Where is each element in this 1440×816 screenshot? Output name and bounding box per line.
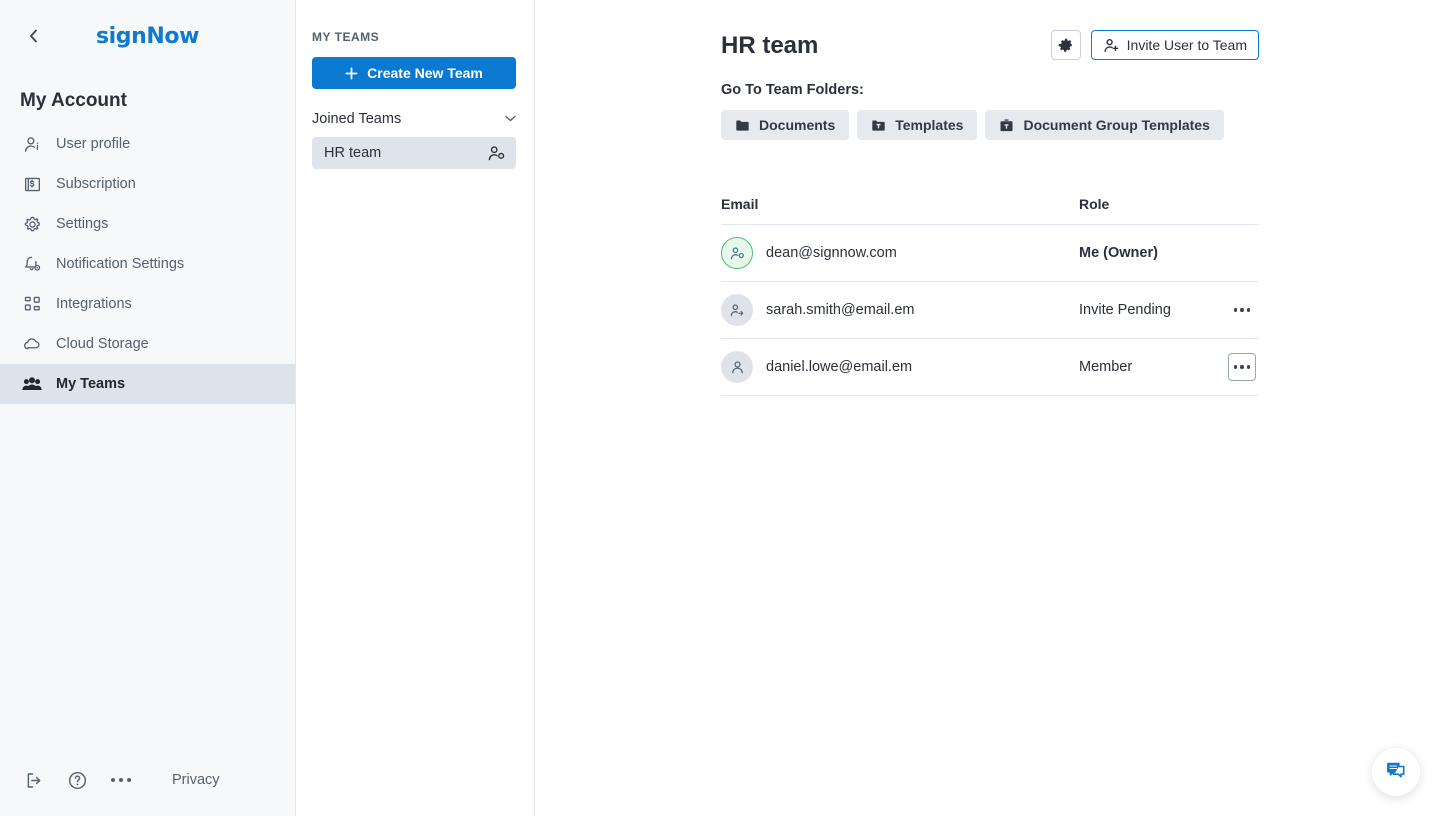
signnow-logo[interactable]: signNow xyxy=(46,24,275,49)
bell-settings-icon xyxy=(22,254,42,274)
member-role: Member xyxy=(1079,359,1225,375)
app-root: signNow My Account User profile xyxy=(0,0,1440,816)
column-header-role: Role xyxy=(1079,196,1225,212)
gear-icon xyxy=(22,214,42,234)
teams-panel: MY TEAMS Create New Team Joined Teams HR… xyxy=(296,0,535,816)
member-role: Me (Owner) xyxy=(1079,245,1225,261)
privacy-link[interactable]: Privacy xyxy=(172,772,220,788)
go-to-team-folders-label: Go To Team Folders: xyxy=(721,82,1440,98)
page-title: My Account xyxy=(0,72,295,124)
team-title: HR team xyxy=(721,30,818,62)
sidebar-footer: Privacy xyxy=(0,744,296,816)
documents-folder-button[interactable]: Documents xyxy=(721,110,849,140)
user-plus-icon xyxy=(1103,37,1120,54)
row-menu-button[interactable] xyxy=(1228,296,1256,324)
joined-teams-label: Joined Teams xyxy=(312,111,401,127)
invited-user-icon xyxy=(721,294,753,326)
cell-email: dean@signnow.com xyxy=(721,237,1079,269)
user-icon xyxy=(721,351,753,383)
folder-button-label: Document Group Templates xyxy=(1023,117,1209,133)
sidebar-item-my-teams[interactable]: My Teams xyxy=(0,364,295,404)
member-email: sarah.smith@email.em xyxy=(766,302,914,318)
team-members-table: Email Role dean@signn xyxy=(721,196,1259,396)
user-profile-icon xyxy=(22,134,42,154)
cloud-icon xyxy=(22,334,42,354)
member-role: Invite Pending xyxy=(1079,302,1225,318)
caret-down-icon xyxy=(505,114,516,125)
header-actions: Invite User to Team xyxy=(1051,30,1259,60)
sidebar-item-notification-settings[interactable]: Notification Settings xyxy=(0,244,295,284)
column-header-actions xyxy=(1225,196,1259,212)
ellipsis-icon xyxy=(1240,365,1244,369)
create-new-team-button[interactable]: Create New Team xyxy=(312,57,516,89)
templates-folder-button[interactable]: Templates xyxy=(857,110,977,140)
sidebar-item-user-profile[interactable]: User profile xyxy=(0,124,295,164)
left-sidebar: signNow My Account User profile xyxy=(0,0,296,816)
team-member-icon xyxy=(487,144,506,163)
sidebar-item-settings[interactable]: Settings xyxy=(0,204,295,244)
main-header: HR team xyxy=(721,30,1259,62)
sidebar-item-label: Subscription xyxy=(56,176,136,192)
document-group-templates-button[interactable]: Document Group Templates xyxy=(985,110,1223,140)
row-menu-button-active[interactable] xyxy=(1228,353,1256,381)
cell-email: sarah.smith@email.em xyxy=(721,294,1079,326)
help-circle-icon[interactable] xyxy=(67,770,88,791)
cell-email: daniel.lowe@email.em xyxy=(721,351,1079,383)
plus-icon xyxy=(345,67,358,80)
team-settings-button[interactable] xyxy=(1051,30,1081,60)
ellipsis-icon xyxy=(1234,308,1238,312)
logout-icon[interactable] xyxy=(24,770,45,791)
teams-icon xyxy=(22,374,42,394)
invite-user-label: Invite User to Team xyxy=(1127,37,1247,53)
member-email: daniel.lowe@email.em xyxy=(766,359,912,375)
ellipsis-icon xyxy=(1234,365,1238,369)
folder-buttons-row: Documents Templates xyxy=(721,110,1440,140)
cell-actions xyxy=(1225,353,1259,381)
sidebar-item-cloud-storage[interactable]: Cloud Storage xyxy=(0,324,295,364)
my-teams-label: MY TEAMS xyxy=(312,30,514,44)
sidebar-item-label: User profile xyxy=(56,136,130,152)
create-new-team-label: Create New Team xyxy=(367,65,483,81)
sidebar-item-label: Settings xyxy=(56,216,108,232)
ellipsis-icon xyxy=(1247,365,1251,369)
owner-avatar-icon xyxy=(721,237,753,269)
main-inner: HR team xyxy=(535,0,1440,396)
invite-user-to-team-button[interactable]: Invite User to Team xyxy=(1091,30,1259,60)
sidebar-item-label: My Teams xyxy=(56,376,125,392)
team-name-label: HR team xyxy=(324,145,381,161)
table-row: daniel.lowe@email.em Member xyxy=(721,339,1259,396)
sidebar-header: signNow xyxy=(0,0,295,72)
joined-teams-toggle[interactable]: Joined Teams xyxy=(312,111,516,127)
member-email: dean@signnow.com xyxy=(766,245,897,261)
folder-template-icon xyxy=(871,118,886,133)
sidebar-item-integrations[interactable]: Integrations xyxy=(0,284,295,324)
subscription-icon xyxy=(22,174,42,194)
column-header-email: Email xyxy=(721,196,1079,212)
sidebar-item-label: Integrations xyxy=(56,296,132,312)
sidebar-item-subscription[interactable]: Subscription xyxy=(0,164,295,204)
integrations-icon xyxy=(22,294,42,314)
chat-support-button[interactable] xyxy=(1372,748,1420,796)
ellipsis-icon xyxy=(1240,308,1244,312)
folder-button-label: Templates xyxy=(895,117,963,133)
chat-bubble-icon xyxy=(1384,760,1408,784)
briefcase-template-icon xyxy=(999,118,1014,133)
team-list-item-hr-team[interactable]: HR team xyxy=(312,137,516,169)
sidebar-item-label: Cloud Storage xyxy=(56,336,149,352)
table-header-row: Email Role xyxy=(721,196,1259,225)
gear-icon xyxy=(1057,37,1074,54)
table-row: sarah.smith@email.em Invite Pending xyxy=(721,282,1259,339)
chevron-left-icon[interactable] xyxy=(20,23,46,49)
ellipsis-icon xyxy=(1247,308,1251,312)
table-row: dean@signnow.com Me (Owner) xyxy=(721,225,1259,282)
folder-button-label: Documents xyxy=(759,117,835,133)
main-content: HR team xyxy=(535,0,1440,816)
sidebar-item-label: Notification Settings xyxy=(56,256,184,272)
cell-actions xyxy=(1225,296,1259,324)
ellipsis-icon[interactable] xyxy=(110,777,132,783)
folder-icon xyxy=(735,118,750,133)
